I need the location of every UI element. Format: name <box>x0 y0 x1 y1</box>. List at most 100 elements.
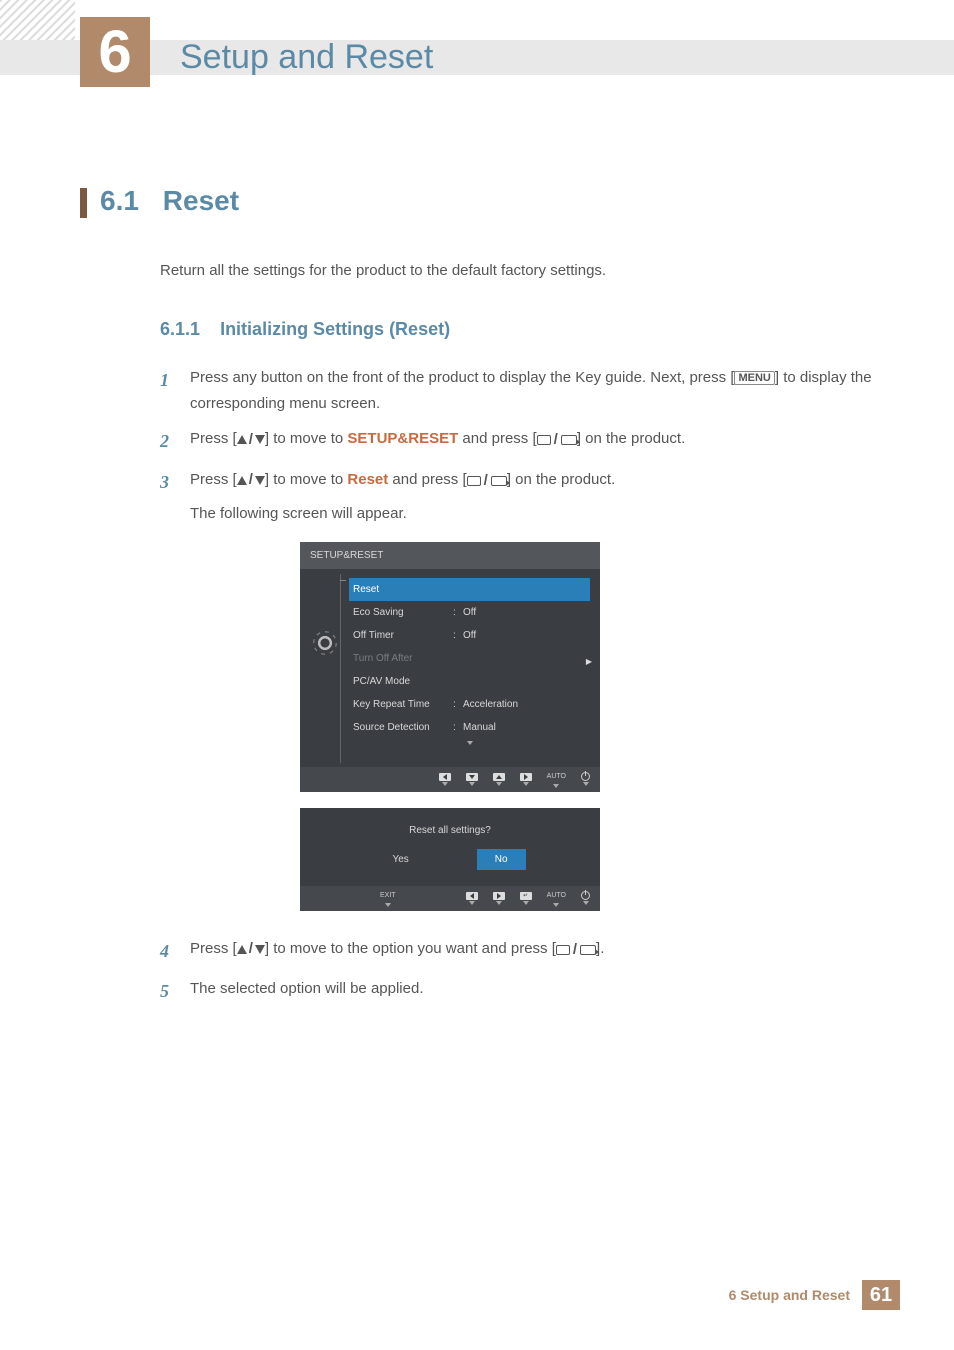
text: ] to move to the option you want and pre… <box>265 940 556 957</box>
step-number: 1 <box>160 365 190 416</box>
arrow-right-icon: ▶ <box>586 655 592 669</box>
step-text: Press [/] to move to SETUP&RESET and pre… <box>190 426 874 457</box>
section-intro: Return all the settings for the product … <box>160 262 874 279</box>
colon: : <box>453 604 463 621</box>
nav-right-icon <box>493 892 505 905</box>
dialog-no-button: No <box>477 849 526 870</box>
text: and press [ <box>458 430 536 447</box>
step-2: 2 Press [/] to move to SETUP&RESET and p… <box>160 426 874 457</box>
exit-label: EXIT <box>380 890 396 907</box>
text: Press [ <box>190 430 237 447</box>
enter-source-icon: / <box>556 937 596 963</box>
osd-row-reset: Reset <box>349 578 590 601</box>
osd-value: Acceleration <box>463 696 586 713</box>
dialog-buttons: Yes No <box>300 849 600 882</box>
step-3: 3 Press [/] to move to Reset and press [… <box>160 467 874 926</box>
up-down-icon: / <box>237 467 265 493</box>
step-number: 3 <box>160 467 190 926</box>
subsection-title: Initializing Settings (Reset) <box>220 319 450 339</box>
osd-label: PC/AV Mode <box>353 673 453 690</box>
highlight-text: SETUP&RESET <box>347 430 458 447</box>
osd-row-pcav: PC/AV Mode <box>349 670 590 693</box>
subsection-number: 6.1.1 <box>160 319 200 339</box>
enter-source-icon: / <box>537 427 577 453</box>
osd-value: Off <box>463 604 586 621</box>
step-number: 2 <box>160 426 190 457</box>
colon: : <box>453 627 463 644</box>
text: and press [ <box>388 471 466 488</box>
chapter-header: 6 Setup and Reset <box>0 30 954 85</box>
osd-button-bar-2: EXIT ↵ AUTO <box>300 886 600 911</box>
osd-screenshots: SETUP&RESET Reset Eco Saving:Off <box>300 542 874 911</box>
osd-row-sourcedet: Source Detection:Manual <box>349 716 590 739</box>
section-heading: 6.1 Reset <box>100 185 874 217</box>
osd-value: Manual <box>463 719 586 736</box>
subsection-heading: 6.1.1 Initializing Settings (Reset) <box>160 319 874 340</box>
step-5: 5 The selected option will be applied. <box>160 976 874 1007</box>
osd-label: Key Repeat Time <box>353 696 453 713</box>
chapter-number-badge: 6 <box>80 17 150 87</box>
osd-row-keyrepeat: Key Repeat Time:Acceleration <box>349 693 590 716</box>
dialog-question: Reset all settings? <box>300 808 600 849</box>
menu-button-label: MENU <box>734 371 774 385</box>
power-icon <box>581 772 590 786</box>
page-number-badge: 61 <box>862 1280 900 1310</box>
osd-row-turnoffafter: Turn Off After <box>349 647 590 670</box>
osd-menu-list: Reset Eco Saving:Off Off Timer:Off Turn … <box>340 574 590 763</box>
page-content: 6.1 Reset Return all the settings for th… <box>80 185 874 1017</box>
step-number: 4 <box>160 936 190 967</box>
text: ] on the product. <box>507 471 615 488</box>
up-down-icon: / <box>237 427 265 453</box>
nav-down-icon <box>466 773 478 786</box>
step-followup: The following screen will appear. <box>190 501 874 527</box>
step-text: Press [/] to move to Reset and press [/]… <box>190 467 874 926</box>
nav-left-icon <box>466 892 478 905</box>
osd-dialog-screenshot: Reset all settings? Yes No EXIT ↵ AUTO <box>300 808 600 911</box>
step-text: Press any button on the front of the pro… <box>190 365 874 416</box>
enter-source-icon: / <box>467 468 507 494</box>
osd-label: Turn Off After <box>353 650 453 667</box>
step-1: 1 Press any button on the front of the p… <box>160 365 874 416</box>
power-icon <box>581 891 590 905</box>
nav-up-icon <box>493 773 505 786</box>
page-footer: 6 Setup and Reset 61 <box>729 1280 900 1310</box>
osd-menu-screenshot: SETUP&RESET Reset Eco Saving:Off <box>300 542 600 792</box>
step-number: 5 <box>160 976 190 1007</box>
section-title: Reset <box>163 185 239 216</box>
osd-value: Off <box>463 627 586 644</box>
text: Press [ <box>190 940 237 957</box>
step-text: Press [/] to move to the option you want… <box>190 936 874 967</box>
dialog-yes-button: Yes <box>374 849 426 870</box>
chapter-title: Setup and Reset <box>180 38 433 77</box>
text: Press [ <box>190 471 237 488</box>
text: ] to move to <box>265 471 348 488</box>
colon: : <box>453 696 463 713</box>
colon: : <box>453 719 463 736</box>
osd-row-eco: Eco Saving:Off <box>349 601 590 624</box>
osd-button-bar: AUTO <box>300 767 600 792</box>
up-down-icon: / <box>237 936 265 962</box>
highlight-text: Reset <box>347 471 388 488</box>
nav-left-icon <box>439 773 451 786</box>
osd-title: SETUP&RESET <box>300 542 600 569</box>
osd-label: Reset <box>353 581 453 598</box>
text: ] to move to <box>265 430 348 447</box>
steps-list: 1 Press any button on the front of the p… <box>160 365 874 1007</box>
footer-chapter-text: 6 Setup and Reset <box>729 1287 850 1303</box>
section-number: 6.1 <box>100 185 155 217</box>
step-text: The selected option will be applied. <box>190 976 874 1007</box>
osd-icon-column <box>310 574 340 763</box>
osd-row-offtimer: Off Timer:Off <box>349 624 590 647</box>
osd-label: Off Timer <box>353 627 453 644</box>
osd-label: Eco Saving <box>353 604 453 621</box>
text: ] on the product. <box>577 430 685 447</box>
nav-right-icon <box>520 773 532 786</box>
auto-label: AUTO <box>547 771 566 788</box>
auto-label: AUTO <box>547 890 566 907</box>
osd-label: Source Detection <box>353 719 453 736</box>
osd-body: Reset Eco Saving:Off Off Timer:Off Turn … <box>300 569 600 763</box>
scroll-down-icon <box>349 739 590 759</box>
enter-icon: ↵ <box>520 892 532 905</box>
step-4: 4 Press [/] to move to the option you wa… <box>160 936 874 967</box>
gear-icon <box>316 634 334 652</box>
